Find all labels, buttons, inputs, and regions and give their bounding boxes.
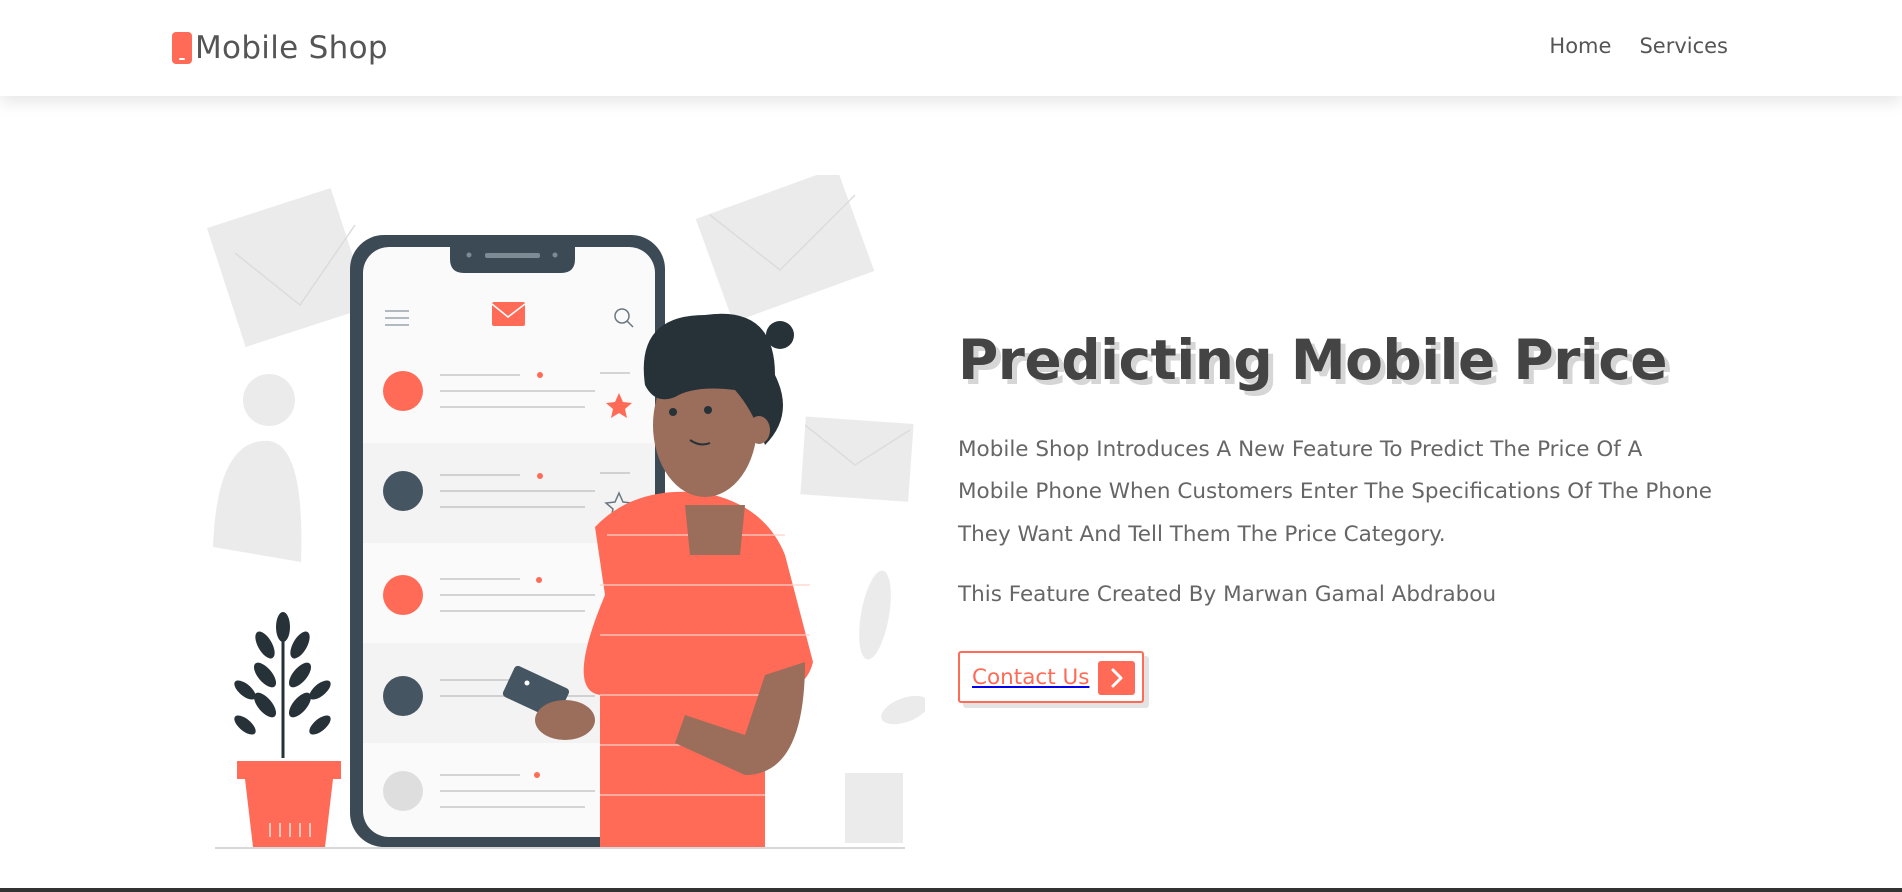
user-icon [213,374,302,562]
site-header: Mobile Shop Home Services [0,0,1902,96]
contact-us-button[interactable]: Contact Us [958,651,1144,703]
brand-logo[interactable]: Mobile Shop [172,28,388,68]
contact-us-label: Contact Us [972,664,1090,690]
plant-pot-icon [234,612,341,847]
main-nav: Home Services [1549,34,1728,58]
nav-services-link[interactable]: Services [1639,34,1728,58]
nav-home-link[interactable]: Home [1549,34,1611,58]
hero-section: Predicting Mobile Price Mobile Shop Intr… [958,328,1718,703]
chevron-right-icon [1098,661,1135,695]
hero-credit: This Feature Created By Marwan Gamal Abd… [958,582,1497,607]
page-title: Predicting Mobile Price [958,328,1668,392]
phone-icon [172,32,192,64]
hero-illustration [205,167,929,855]
brand-name: Mobile Shop [195,30,388,66]
hero-description: Mobile Shop Introduces A New Feature To … [958,436,1713,547]
page-bottom-border [0,888,1902,892]
